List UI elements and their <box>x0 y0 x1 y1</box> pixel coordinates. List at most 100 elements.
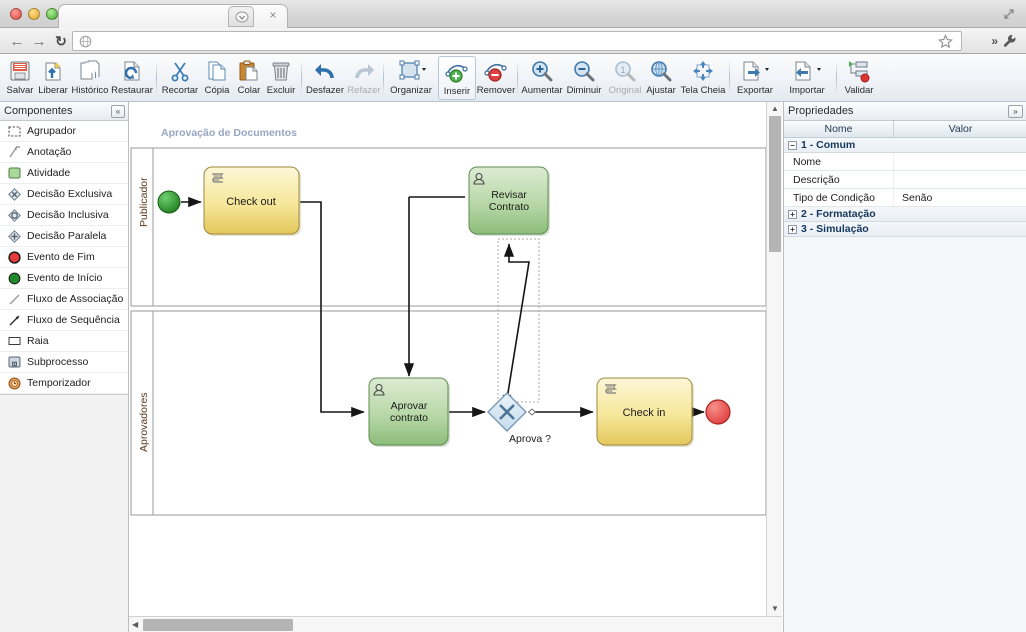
component-item-agrupador[interactable]: Agrupador <box>0 121 128 142</box>
node-start-event[interactable] <box>157 190 181 214</box>
column-header-valor[interactable]: Valor <box>894 121 1026 137</box>
maximize-window-button[interactable] <box>46 8 58 20</box>
horizontal-scroll-thumb[interactable] <box>143 619 293 631</box>
component-item-subprocesso[interactable]: Subprocesso <box>0 352 128 373</box>
property-group-formatacao[interactable]: + 2 - Formatação <box>784 207 1026 222</box>
component-item-decisao-paralela[interactable]: Decisão Paralela <box>0 226 128 247</box>
save-button[interactable]: Salvar <box>4 56 36 100</box>
diagram-canvas[interactable]: Aprovação de Documentos Publicador Aprov… <box>129 102 782 632</box>
url-input[interactable] <box>72 31 962 51</box>
zoom-fit-button[interactable]: Ajustar <box>643 56 679 100</box>
insert-point-button[interactable]: Inserir <box>438 56 476 100</box>
wrench-icon[interactable] <box>1002 33 1018 49</box>
remove-point-button-label: Remover <box>476 85 516 96</box>
property-row-tipo-de-condicao[interactable]: Tipo de Condição Senão <box>784 189 1026 207</box>
tab-list-button[interactable] <box>228 6 254 27</box>
property-value[interactable]: Senão <box>894 189 1026 206</box>
node-task-revisar-contrato-label-2: Contrato <box>489 201 529 213</box>
zoom-in-button[interactable]: Aumentar <box>521 56 563 100</box>
zoom-original-button[interactable]: 1 Original <box>605 56 645 100</box>
property-group-comum[interactable]: − 1 - Comum <box>784 138 1026 153</box>
component-item-label: Decisão Inclusiva <box>27 209 109 221</box>
overflow-chevron-icon[interactable]: » <box>991 34 998 48</box>
expand-panel-button[interactable]: » <box>1008 105 1023 118</box>
canvas-vertical-scrollbar[interactable]: ▲ ▼ <box>766 102 782 616</box>
component-item-label: Subprocesso <box>27 356 89 368</box>
browser-address-bar: ← → ↻ » <box>0 28 1026 54</box>
cut-button[interactable]: Recortar <box>160 56 200 100</box>
remove-point-button[interactable]: Remover <box>476 56 516 100</box>
bpmn-diagram[interactable]: Aprovação de Documentos Publicador Aprov… <box>129 102 766 616</box>
expand-group-icon[interactable]: + <box>788 224 797 234</box>
redo-button[interactable]: Refazer <box>345 56 383 100</box>
scroll-down-icon[interactable]: ▼ <box>770 604 780 614</box>
close-window-button[interactable] <box>10 8 22 20</box>
redo-icon <box>351 58 377 84</box>
forward-button[interactable]: → <box>30 33 48 51</box>
node-task-aprovar-contrato[interactable]: Aprovar contrato <box>368 377 450 447</box>
import-button[interactable]: Importar <box>785 56 829 100</box>
expand-window-icon[interactable] <box>1002 7 1016 21</box>
history-button[interactable]: Histórico <box>70 56 110 100</box>
arrange-icon <box>396 58 426 84</box>
delete-button[interactable]: Excluir <box>264 56 298 100</box>
component-item-label: Agrupador <box>27 125 77 137</box>
scroll-up-icon[interactable]: ▲ <box>770 104 780 114</box>
properties-panel-header: Propriedades » <box>784 102 1026 121</box>
node-task-check-out[interactable]: Check out <box>203 166 301 236</box>
canvas-horizontal-scrollbar[interactable]: ◀ <box>129 616 782 632</box>
node-task-revisar-contrato[interactable]: Revisar Contrato <box>468 166 550 236</box>
property-value[interactable] <box>894 153 1026 170</box>
component-item-label: Fluxo de Associação <box>27 293 124 305</box>
copy-button[interactable]: Cópia <box>200 56 234 100</box>
fullscreen-button[interactable]: Tela Cheia <box>679 56 727 100</box>
scroll-left-icon[interactable]: ◀ <box>132 620 138 629</box>
restore-button[interactable]: Restaurar <box>110 56 154 100</box>
publish-button[interactable]: Liberar <box>36 56 70 100</box>
property-row-nome[interactable]: Nome <box>784 153 1026 171</box>
zoom-out-button[interactable]: Diminuir <box>563 56 605 100</box>
component-item-anotacao[interactable]: Anotação <box>0 142 128 163</box>
back-button[interactable]: ← <box>8 33 26 51</box>
lane-icon <box>7 334 21 348</box>
component-item-atividade[interactable]: Atividade <box>0 163 128 184</box>
pool-title: Aprovação de Documentos <box>161 127 297 139</box>
component-item-evento-de-inicio[interactable]: Evento de Início <box>0 268 128 289</box>
node-task-check-in[interactable]: Check in <box>596 377 694 447</box>
component-item-fluxo-de-associacao[interactable]: Fluxo de Associação <box>0 289 128 310</box>
paste-button[interactable]: Colar <box>234 56 264 100</box>
property-group-simulacao[interactable]: + 3 - Simulação <box>784 222 1026 237</box>
property-row-descricao[interactable]: Descrição <box>784 171 1026 189</box>
component-item-temporizador[interactable]: Temporizador <box>0 373 128 394</box>
minimize-window-button[interactable] <box>28 8 40 20</box>
close-icon[interactable]: × <box>267 9 279 22</box>
undo-button[interactable]: Desfazer <box>305 56 345 100</box>
export-icon <box>740 58 770 84</box>
reload-button[interactable]: ↻ <box>52 33 70 51</box>
column-header-nome[interactable]: Nome <box>784 121 894 137</box>
components-panel-title: Componentes <box>4 105 73 117</box>
browser-titlebar: × <box>0 0 1026 29</box>
export-button[interactable]: Exportar <box>733 56 777 100</box>
parallel-gateway-icon <box>7 229 21 243</box>
component-item-raia[interactable]: Raia <box>0 331 128 352</box>
zoom-out-button-label: Diminuir <box>566 85 602 96</box>
collapse-panel-button[interactable]: « <box>111 105 125 118</box>
node-end-event[interactable] <box>705 399 731 425</box>
properties-column-header: Nome Valor <box>784 121 1026 138</box>
expand-group-icon[interactable]: + <box>788 209 797 219</box>
component-item-decisao-exclusiva[interactable]: Decisão Exclusiva <box>0 184 128 205</box>
component-item-decisao-inclusiva[interactable]: Decisão Inclusiva <box>0 205 128 226</box>
validate-button[interactable]: Validar <box>840 56 878 100</box>
component-item-evento-de-fim[interactable]: Evento de Fim <box>0 247 128 268</box>
component-item-fluxo-de-sequencia[interactable]: Fluxo de Sequência <box>0 310 128 331</box>
collapse-group-icon[interactable]: − <box>788 140 797 150</box>
annotation-icon <box>7 145 21 159</box>
import-button-label: Importar <box>789 85 825 96</box>
star-icon[interactable] <box>938 34 953 49</box>
toolbar-separator <box>156 61 157 95</box>
zoom-in-icon <box>530 58 554 84</box>
arrange-button[interactable]: Organizar <box>387 56 435 100</box>
property-value[interactable] <box>894 171 1026 188</box>
vertical-scroll-thumb[interactable] <box>769 116 781 252</box>
